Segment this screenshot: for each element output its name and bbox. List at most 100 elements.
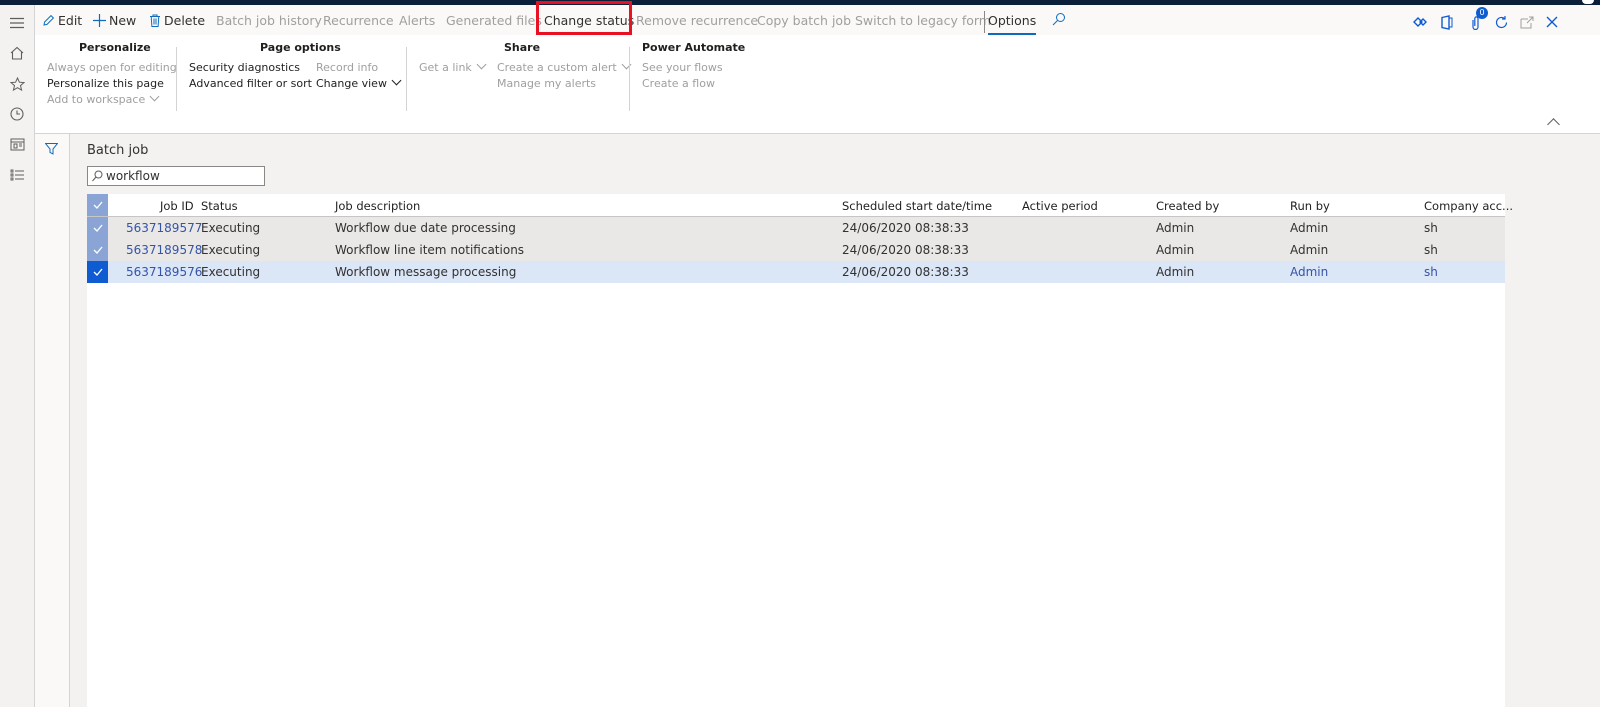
created-by-cell: Admin — [1156, 265, 1195, 279]
refresh-icon[interactable] — [1492, 13, 1510, 31]
row-checkbox[interactable] — [87, 217, 108, 239]
batch-job-grid: Job ID Status Job description Scheduled … — [87, 194, 1513, 707]
pencil-icon — [43, 14, 55, 26]
edit-button[interactable]: Edit — [42, 12, 82, 30]
header-created-by[interactable]: Created by — [1156, 199, 1219, 213]
share-group-title: Share — [504, 41, 541, 54]
clock-icon[interactable] — [4, 101, 30, 127]
company-cell: sh — [1424, 243, 1438, 257]
recurrence-button[interactable]: Recurrence — [323, 12, 394, 30]
new-button[interactable]: New — [93, 12, 136, 30]
attachment-icon[interactable]: 0 — [1467, 7, 1488, 31]
add-to-workspace-label: Add to workspace — [47, 93, 146, 106]
plus-icon — [93, 14, 106, 27]
status-cell: Executing — [201, 243, 261, 257]
batch-job-history-button[interactable]: Batch job history — [216, 12, 322, 30]
ribbon-divider — [629, 47, 630, 111]
get-a-link[interactable]: Get a link — [419, 59, 487, 74]
chevron-down-icon — [476, 59, 487, 70]
filter-pane — [35, 134, 70, 707]
ribbon-divider — [176, 47, 177, 111]
personalize-this-page[interactable]: Personalize this page — [47, 77, 164, 90]
copy-batch-job-button[interactable]: Copy batch job — [757, 12, 851, 30]
search-input[interactable] — [106, 168, 256, 184]
new-label: New — [109, 13, 137, 28]
star-icon[interactable] — [4, 71, 30, 97]
header-run-by[interactable]: Run by — [1290, 199, 1330, 213]
office-icon[interactable] — [1438, 13, 1456, 31]
change-view[interactable]: Change view — [316, 75, 402, 90]
select-all-checkbox[interactable] — [87, 194, 108, 216]
options-ribbon: Personalize Always open for editing Pers… — [35, 35, 1600, 134]
change-view-label: Change view — [316, 77, 387, 90]
attachment-count-badge: 0 — [1476, 7, 1488, 19]
created-by-cell: Admin — [1156, 221, 1195, 235]
row-checkbox[interactable] — [87, 239, 108, 261]
left-nav — [0, 5, 35, 707]
delete-label: Delete — [164, 13, 206, 28]
header-company-account[interactable]: Company acc... — [1424, 199, 1513, 213]
edit-label: Edit — [58, 13, 83, 28]
table-row[interactable]: 5637189576 Executing Workflow message pr… — [87, 261, 1505, 283]
header-active-period[interactable]: Active period — [1022, 199, 1098, 213]
description-cell: Workflow due date processing — [335, 221, 516, 235]
page-options-group-title: Page options — [260, 41, 341, 54]
hamburger-icon[interactable] — [4, 10, 30, 36]
alerts-button[interactable]: Alerts — [399, 12, 435, 30]
row-checkbox[interactable] — [87, 261, 108, 283]
change-status-highlight — [536, 1, 632, 35]
grid-header: Job ID Status Job description Scheduled … — [87, 194, 1513, 217]
security-diagnostics[interactable]: Security diagnostics — [189, 61, 300, 74]
manage-my-alerts[interactable]: Manage my alerts — [497, 77, 596, 90]
scheduled-cell: 24/06/2020 08:38:33 — [842, 265, 969, 279]
header-job-id[interactable]: Job ID — [160, 199, 194, 213]
filter-icon[interactable] — [44, 143, 59, 158]
workspace-icon[interactable] — [4, 131, 30, 157]
power-automate-group-title: Power Automate — [642, 41, 746, 54]
main-content: Batch job Job ID Status Job description … — [70, 134, 1600, 707]
search-icon — [92, 170, 103, 182]
generated-files-button[interactable]: Generated files — [446, 12, 542, 30]
status-cell: Executing — [201, 265, 261, 279]
create-custom-alert-label: Create a custom alert — [497, 61, 617, 74]
get-a-link-label: Get a link — [419, 61, 472, 74]
create-custom-alert[interactable]: Create a custom alert — [497, 59, 632, 74]
search-icon[interactable] — [1050, 10, 1068, 28]
created-by-cell: Admin — [1156, 243, 1195, 257]
header-scheduled-start[interactable]: Scheduled start date/time — [842, 199, 992, 213]
remove-recurrence-button[interactable]: Remove recurrence — [636, 12, 758, 30]
list-icon[interactable] — [4, 162, 30, 188]
advanced-filter-or-sort[interactable]: Advanced filter or sort — [189, 77, 312, 90]
company-cell[interactable]: sh — [1424, 265, 1438, 279]
delete-button[interactable]: Delete — [149, 12, 205, 30]
add-to-workspace[interactable]: Add to workspace — [47, 91, 160, 106]
job-id-link[interactable]: 5637189577 — [126, 221, 202, 235]
switch-legacy-form-button[interactable]: Switch to legacy form — [855, 12, 991, 30]
job-id-link[interactable]: 5637189578 — [126, 243, 202, 257]
search-box[interactable] — [87, 166, 265, 186]
page-title: Batch job — [87, 143, 149, 158]
close-icon[interactable] — [1543, 13, 1561, 31]
diamond-icon[interactable] — [1411, 13, 1429, 31]
run-by-cell: Admin — [1290, 221, 1329, 235]
popout-icon[interactable] — [1518, 13, 1536, 31]
create-a-flow[interactable]: Create a flow — [642, 77, 715, 90]
job-id-link[interactable]: 5637189576 — [126, 265, 202, 279]
header-status[interactable]: Status — [201, 199, 238, 213]
options-divider — [984, 11, 985, 33]
run-by-cell[interactable]: Admin — [1290, 265, 1328, 279]
table-row[interactable]: 5637189578 Executing Workflow line item … — [87, 239, 1505, 261]
scheduled-cell: 24/06/2020 08:38:33 — [842, 243, 969, 257]
see-your-flows[interactable]: See your flows — [642, 61, 723, 74]
record-info[interactable]: Record info — [316, 61, 378, 74]
always-open-for-editing[interactable]: Always open for editing — [47, 61, 177, 74]
personalize-group-title: Personalize — [79, 41, 151, 54]
header-job-description[interactable]: Job description — [335, 199, 420, 213]
collapse-ribbon-icon[interactable] — [1547, 118, 1560, 131]
chevron-down-icon — [391, 75, 402, 86]
description-cell: Workflow line item notifications — [335, 243, 525, 257]
table-row[interactable]: 5637189577 Executing Workflow due date p… — [87, 217, 1505, 239]
home-icon[interactable] — [4, 40, 30, 66]
ribbon-divider — [406, 47, 407, 111]
tab-options[interactable]: Options — [988, 12, 1036, 30]
